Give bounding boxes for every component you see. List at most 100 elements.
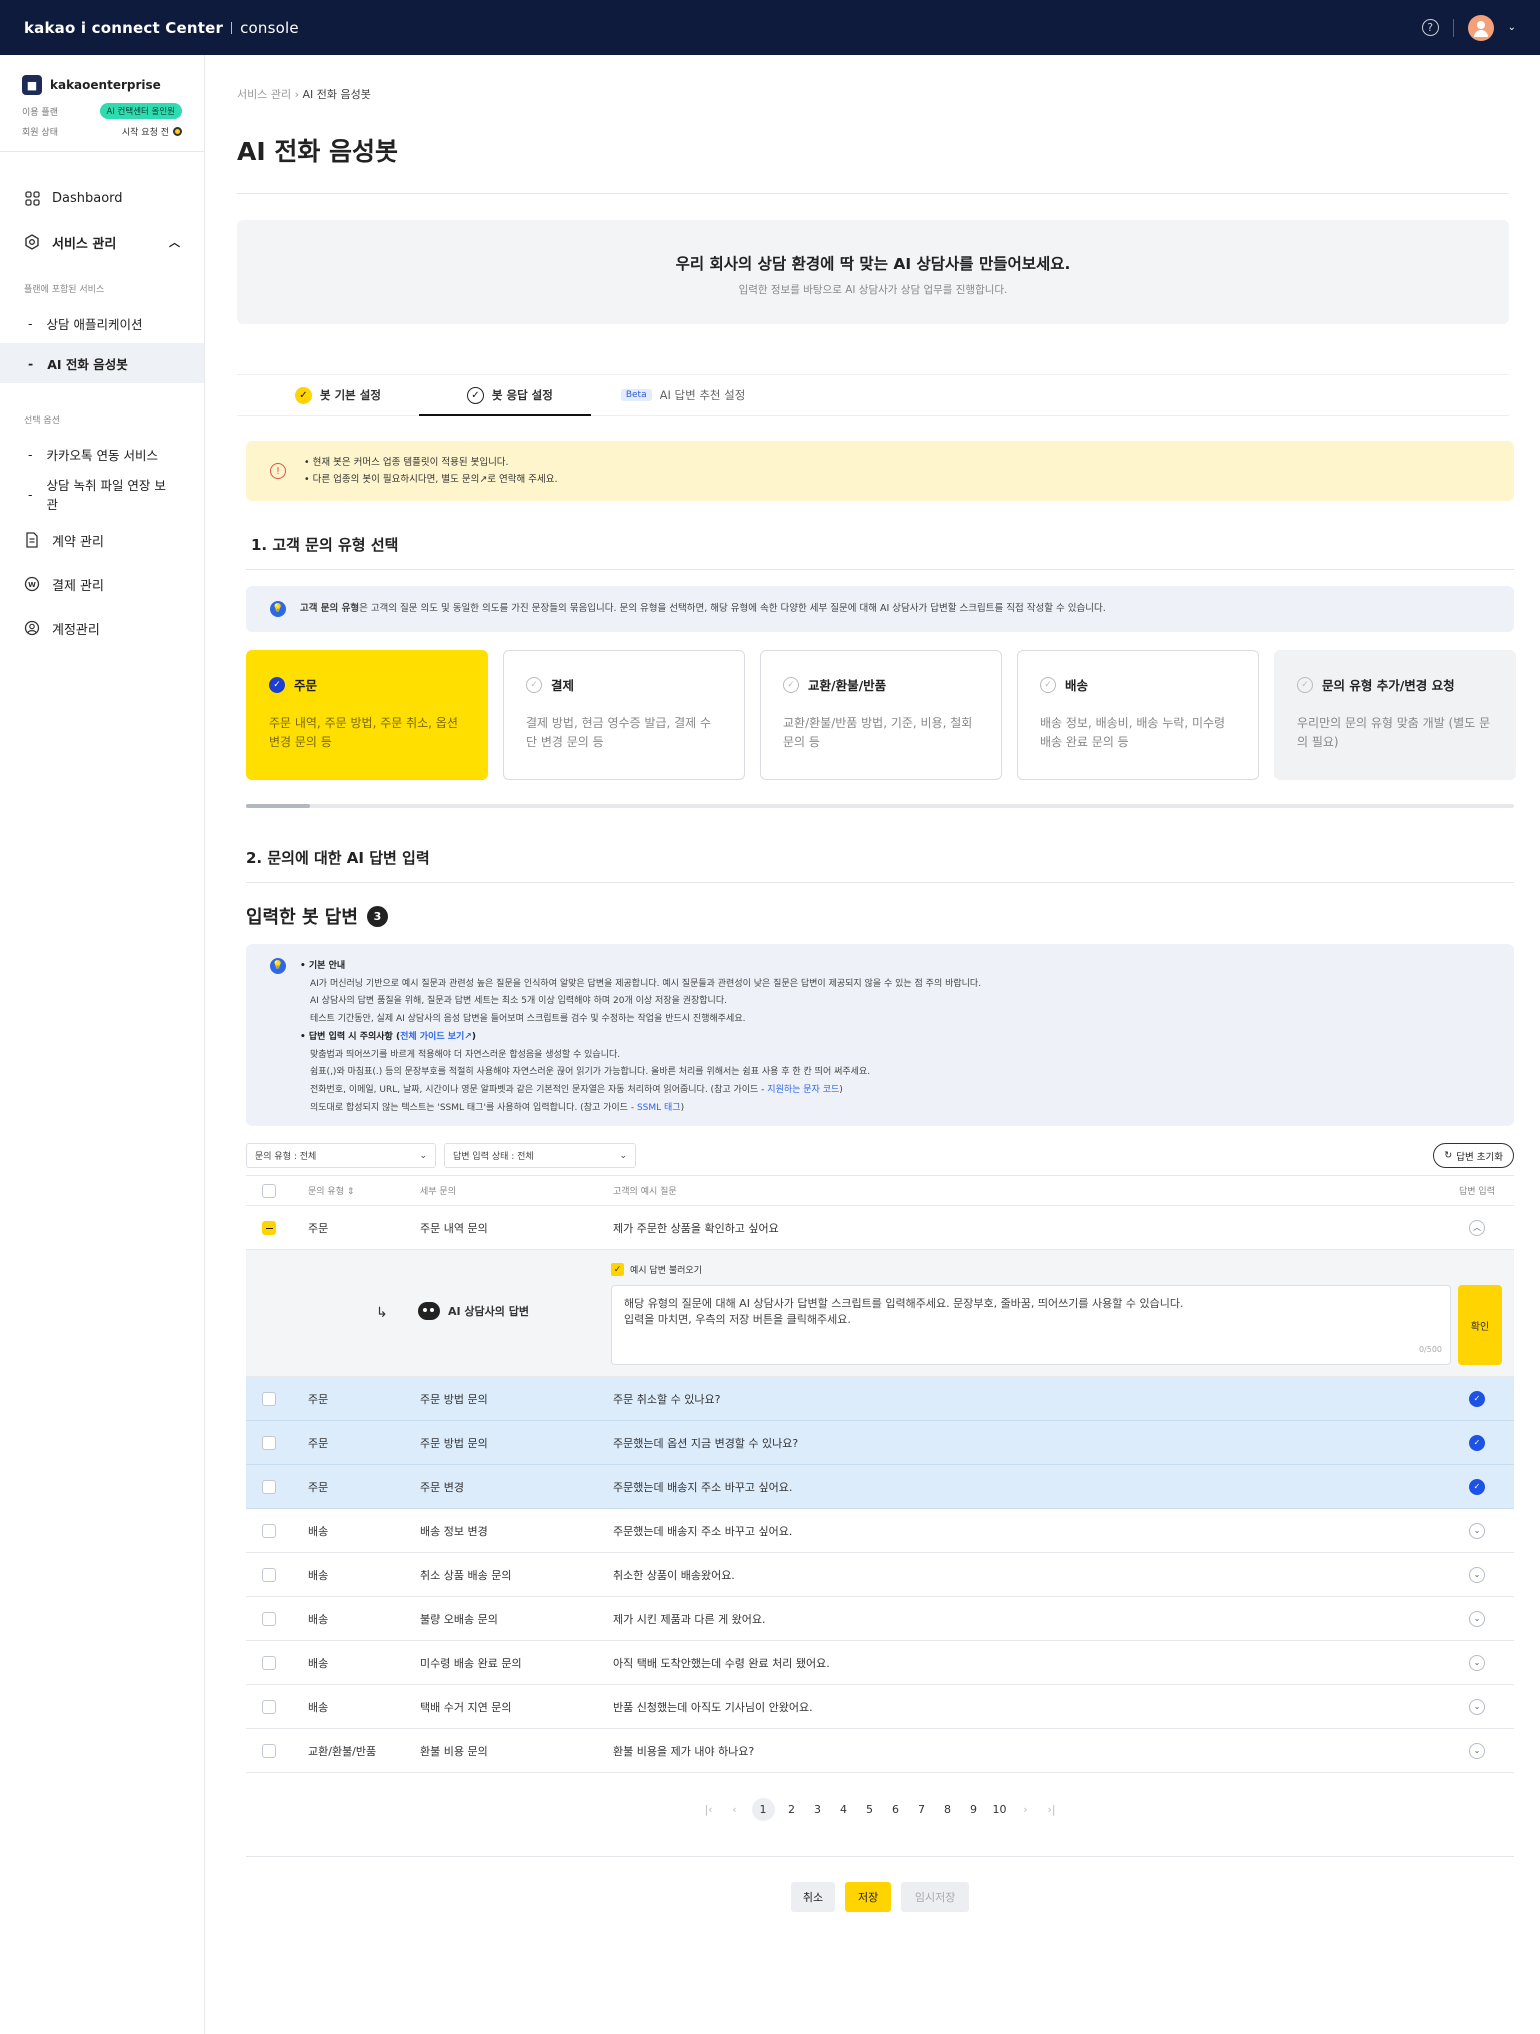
page-button[interactable]: 5 bbox=[861, 1799, 879, 1821]
last-page-icon[interactable]: ›| bbox=[1043, 1799, 1061, 1821]
page-button[interactable]: 7 bbox=[913, 1799, 931, 1821]
brand-name: kakao i connect Center bbox=[24, 18, 224, 37]
column-header-detail: 세부 문의 bbox=[420, 1175, 613, 1206]
bot-answer-title: 입력한 봇 답변 3 bbox=[246, 903, 1517, 929]
row-checkbox[interactable] bbox=[262, 1743, 276, 1758]
sidebar-item-ai-voicebot[interactable]: - AI 전화 음성봇 bbox=[0, 343, 204, 383]
page-button[interactable]: 4 bbox=[835, 1799, 853, 1821]
alert-line[interactable]: 다른 업종의 봇이 필요하시다면, 별도 문의↗로 연락해 주세요. bbox=[304, 471, 558, 488]
reset-answers-button[interactable]: ↻ 답변 초기화 bbox=[1433, 1143, 1514, 1168]
full-guide-link[interactable]: 전체 가이드 보기↗ bbox=[400, 1032, 472, 1042]
expand-icon[interactable]: ⌄ bbox=[1469, 1610, 1485, 1627]
tab-bot-basic[interactable]: ✓ 봇 기본 설정 bbox=[247, 375, 419, 415]
card-title: 교환/환불/반품 bbox=[808, 678, 887, 693]
chevron-down-icon[interactable]: ⌄ bbox=[1508, 22, 1516, 33]
table-header-row: 문의 유형 ⇕ 세부 문의 고객의 예시 질문 답변 입력 bbox=[246, 1175, 1514, 1206]
horizontal-scrollbar[interactable] bbox=[246, 804, 1514, 808]
inquiry-card[interactable]: ✓ 교환/환불/반품 교환/환불/반품 방법, 기준, 비용, 철회 문의 등 bbox=[760, 650, 1002, 780]
table-row[interactable]: 교환/환불/반품 환불 비용 문의 환불 비용을 제가 내야 하나요? ⌄ bbox=[246, 1728, 1514, 1773]
table-row[interactable]: 배송 배송 정보 변경 주문했는데 배송지 주소 바꾸고 싶어요. ⌄ bbox=[246, 1508, 1514, 1553]
select-all-checkbox[interactable] bbox=[262, 1183, 276, 1198]
sort-icon[interactable]: ⇕ bbox=[347, 1187, 355, 1197]
expand-icon[interactable]: ⌄ bbox=[1469, 1654, 1485, 1671]
check-circle-icon[interactable]: ✓ bbox=[1469, 1390, 1485, 1407]
sidebar-item-record-storage[interactable]: - 상담 녹취 파일 연장 보관 bbox=[0, 474, 204, 514]
expand-icon[interactable]: ⌄ bbox=[1469, 1698, 1485, 1715]
status-badge: 시작 요청 전 bbox=[122, 125, 182, 138]
page-button[interactable]: 9 bbox=[965, 1799, 983, 1821]
page-button[interactable]: 6 bbox=[887, 1799, 905, 1821]
check-circle-icon[interactable]: ✓ bbox=[1469, 1434, 1485, 1451]
cancel-button[interactable]: 취소 bbox=[790, 1882, 836, 1912]
sidebar-item-label: 계정관리 bbox=[52, 622, 100, 638]
sidebar-item-kakaotalk[interactable]: - 카카오톡 연동 서비스 bbox=[0, 434, 204, 474]
expand-icon[interactable]: ⌄ bbox=[1469, 1566, 1485, 1583]
table-row[interactable]: 배송 불량 오배송 문의 제가 시킨 제품과 다른 게 왔어요. ⌄ bbox=[246, 1596, 1514, 1641]
row-checkbox[interactable] bbox=[262, 1655, 276, 1670]
row-checkbox[interactable] bbox=[262, 1567, 276, 1582]
table-row[interactable]: 주문 주문 변경 주문했는데 배송지 주소 바꾸고 싶어요. ✓ bbox=[246, 1464, 1514, 1509]
collapse-icon[interactable]: ︿ bbox=[1469, 1219, 1485, 1236]
page-button[interactable]: 2 bbox=[783, 1799, 801, 1821]
row-checkbox[interactable] bbox=[262, 1220, 276, 1235]
tab-bot-response[interactable]: ✓ 봇 응답 설정 bbox=[418, 375, 591, 416]
first-page-icon[interactable]: |‹ bbox=[700, 1799, 718, 1821]
sidebar-item-consult-app[interactable]: - 상담 애플리케이션 bbox=[0, 303, 204, 343]
check-icon: ✓ bbox=[611, 1263, 624, 1276]
next-page-icon[interactable]: › bbox=[1017, 1799, 1035, 1821]
nav-group-label: 플랜에 포함된 서비스 bbox=[24, 285, 105, 295]
table-row[interactable]: 배송 미수령 배송 완료 문의 아직 택배 도착안했는데 수령 완료 처리 됐어요.… bbox=[246, 1640, 1514, 1685]
cell-type: 주문 bbox=[308, 1376, 420, 1421]
table-row[interactable]: 주문 주문 방법 문의 주문했는데 옵션 지금 변경할 수 있나요? ✓ bbox=[246, 1420, 1514, 1465]
row-checkbox[interactable] bbox=[262, 1479, 276, 1494]
cell-type: 교환/환불/반품 bbox=[308, 1728, 420, 1773]
sidebar-item-account[interactable]: 계정관리 bbox=[0, 606, 204, 650]
save-button[interactable]: 저장 bbox=[845, 1882, 892, 1912]
page-button[interactable]: 10 bbox=[991, 1799, 1009, 1821]
sidebar-item-service[interactable]: 서비스 관리 ︿ bbox=[0, 220, 204, 264]
check-circle-icon[interactable]: ✓ bbox=[1469, 1478, 1485, 1495]
check-icon: ✓ bbox=[1040, 676, 1056, 693]
inquiry-card[interactable]: ✓ 결제 결제 방법, 현금 영수증 발급, 결제 수단 변경 문의 등 bbox=[503, 650, 745, 780]
page-button[interactable]: 8 bbox=[939, 1799, 957, 1821]
confirm-button[interactable]: 확인 bbox=[1458, 1285, 1502, 1365]
check-icon: ✓ bbox=[783, 676, 799, 693]
row-checkbox[interactable] bbox=[262, 1611, 276, 1626]
load-example-checkbox[interactable]: ✓ 예시 답변 불러오기 bbox=[611, 1263, 702, 1276]
ssml-link[interactable]: SSML 태그 bbox=[637, 1103, 681, 1113]
brand-logo[interactable]: kakao i connect Center console bbox=[24, 19, 299, 37]
expand-icon[interactable]: ⌄ bbox=[1469, 1742, 1485, 1759]
expand-icon[interactable]: ⌄ bbox=[1469, 1522, 1485, 1539]
scrollbar-thumb[interactable] bbox=[246, 804, 310, 808]
page-button[interactable]: 3 bbox=[809, 1799, 827, 1821]
breadcrumb-parent[interactable]: 서비스 관리 bbox=[237, 88, 291, 101]
inquiry-card-request[interactable]: ✓ 문의 유형 추가/변경 요청 우리만의 문의 유형 맞춤 개발 (별도 문의 필… bbox=[1274, 650, 1516, 780]
row-checkbox[interactable] bbox=[262, 1391, 276, 1406]
table-row[interactable]: 주문 주문 내역 문의 제가 주문한 상품을 확인하고 싶어요 ︿ bbox=[246, 1205, 1514, 1250]
temp-save-button[interactable]: 임시저장 bbox=[901, 1882, 970, 1912]
status-filter-select[interactable]: 답변 입력 상태 : 전체 ⌄ bbox=[444, 1143, 636, 1168]
table-row[interactable]: 주문 주문 방법 문의 주문 취소할 수 있나요? ✓ bbox=[246, 1376, 1514, 1421]
column-header-type[interactable]: 문의 유형 bbox=[308, 1187, 344, 1197]
table-row[interactable]: 배송 취소 상품 배송 문의 취소한 상품이 배송왔어요. ⌄ bbox=[246, 1552, 1514, 1597]
guide-text: 전화번호, 이메일, URL, 날짜, 시간이나 영문 알파벳과 같은 기본적인… bbox=[310, 1084, 768, 1095]
inquiry-card[interactable]: ✓ 주문 주문 내역, 주문 방법, 주문 취소, 옵션 변경 문의 등 bbox=[246, 650, 488, 780]
row-checkbox[interactable] bbox=[262, 1699, 276, 1714]
page-button[interactable]: 1 bbox=[751, 1798, 775, 1821]
bot-answer-title-text: 입력한 봇 답변 bbox=[246, 907, 358, 928]
sidebar-item-payment[interactable]: W 결제 관리 bbox=[0, 562, 204, 606]
tab-ai-recommend[interactable]: Beta AI 답변 추천 설정 bbox=[591, 375, 783, 415]
type-filter-select[interactable]: 문의 유형 : 전체 ⌄ bbox=[246, 1143, 436, 1168]
char-code-link[interactable]: 지원하는 문자 코드 bbox=[767, 1085, 839, 1095]
sidebar-item-contract[interactable]: 계약 관리 bbox=[0, 518, 204, 562]
help-icon[interactable]: ? bbox=[1421, 19, 1439, 36]
row-checkbox[interactable] bbox=[262, 1523, 276, 1538]
inquiry-card[interactable]: ✓ 배송 배송 정보, 배송비, 배송 누락, 미수령 배송 완료 문의 등 bbox=[1017, 650, 1259, 780]
prev-page-icon[interactable]: ‹ bbox=[726, 1799, 744, 1821]
avatar[interactable] bbox=[1467, 14, 1494, 41]
answer-textarea[interactable]: 해당 유형의 질문에 대해 AI 상담사가 답변할 스크립트를 입력해주세요. … bbox=[611, 1285, 1451, 1365]
sidebar-item-dashboard[interactable]: Dashbaord bbox=[0, 176, 204, 220]
row-checkbox[interactable] bbox=[262, 1435, 276, 1450]
document-icon bbox=[24, 532, 40, 548]
table-row[interactable]: 배송 택배 수거 지연 문의 반품 신청했는데 아직도 기사님이 안왔어요. ⌄ bbox=[246, 1684, 1514, 1729]
